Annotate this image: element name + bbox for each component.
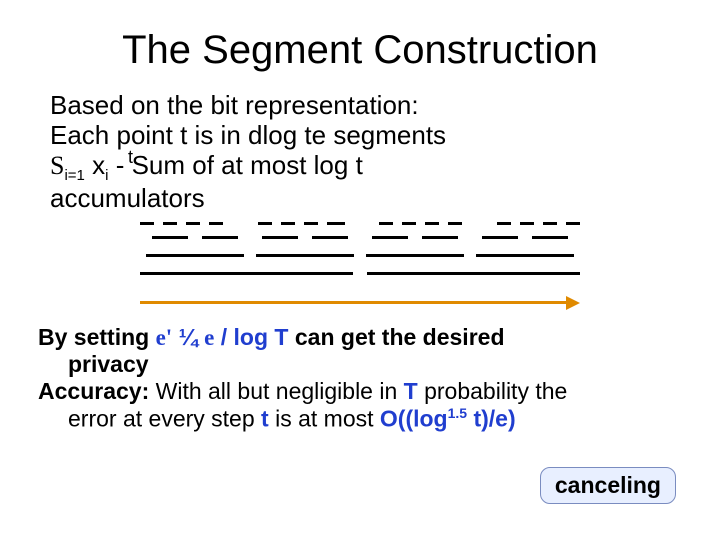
bigO: O((log xyxy=(380,406,448,432)
txt: probability the xyxy=(418,378,568,404)
var-T: T xyxy=(404,378,418,404)
lower-line3: Accuracy: With all but negligible in T p… xyxy=(38,378,682,405)
body-line4: accumulators xyxy=(50,184,670,214)
body-paragraph: Based on the bit representation: Each po… xyxy=(0,73,720,214)
log-t2: log t xyxy=(314,150,363,180)
diagram-row-halves xyxy=(140,272,580,286)
txt: can get the desired xyxy=(288,324,504,350)
log-T: log T xyxy=(234,324,289,350)
diagram-row-quarters xyxy=(140,254,580,268)
approx: ¼ xyxy=(172,324,204,350)
ceil-r: e xyxy=(312,120,326,150)
bigO-tail: t)/e) xyxy=(467,406,516,432)
txt: With all but negligible in xyxy=(149,378,403,404)
sigma-sub: i=1 xyxy=(64,167,84,184)
body-line3: t Si=1 xi - Sum of at most log t xyxy=(50,151,670,184)
diagram-row-pairs xyxy=(140,236,580,250)
arrow-head-icon xyxy=(566,296,580,310)
sigma-sup: t xyxy=(128,147,133,168)
exp: 1.5 xyxy=(448,405,467,421)
lower-line1: By setting e' ¼ e / log T can get the de… xyxy=(38,324,682,351)
txt: is in xyxy=(187,120,248,150)
eps-prime: e' xyxy=(156,325,173,350)
body-line1: Based on the bit representation: xyxy=(50,91,670,121)
slash: / xyxy=(214,324,233,350)
txt: Accuracy: xyxy=(38,378,149,404)
txt: By setting xyxy=(38,324,156,350)
ceil-l: d xyxy=(248,120,262,150)
log-t: log t xyxy=(262,120,311,150)
lower-line2: privacy xyxy=(38,351,682,378)
lower-line4: error at every step t is at most O((log1… xyxy=(38,405,682,433)
timeline-arrow xyxy=(140,296,580,308)
sigma-icon: S xyxy=(50,151,64,180)
slide-title: The Segment Construction xyxy=(0,0,720,73)
txt: error at every step xyxy=(68,406,261,432)
txt: - Sum of at most xyxy=(108,150,313,180)
txt: is at most xyxy=(269,406,380,432)
eps: e xyxy=(204,325,214,350)
canceling-callout: canceling xyxy=(540,467,676,504)
diagram-row-dashes xyxy=(140,222,580,232)
body-line2: Each point t is in dlog te segments xyxy=(50,121,670,151)
var-x: x xyxy=(85,150,105,180)
txt: segments xyxy=(326,120,446,150)
segment-diagram xyxy=(140,222,580,308)
lower-paragraph: By setting e' ¼ e / log T can get the de… xyxy=(0,308,720,433)
txt: Each point xyxy=(50,120,180,150)
var-t2: t xyxy=(261,406,269,432)
